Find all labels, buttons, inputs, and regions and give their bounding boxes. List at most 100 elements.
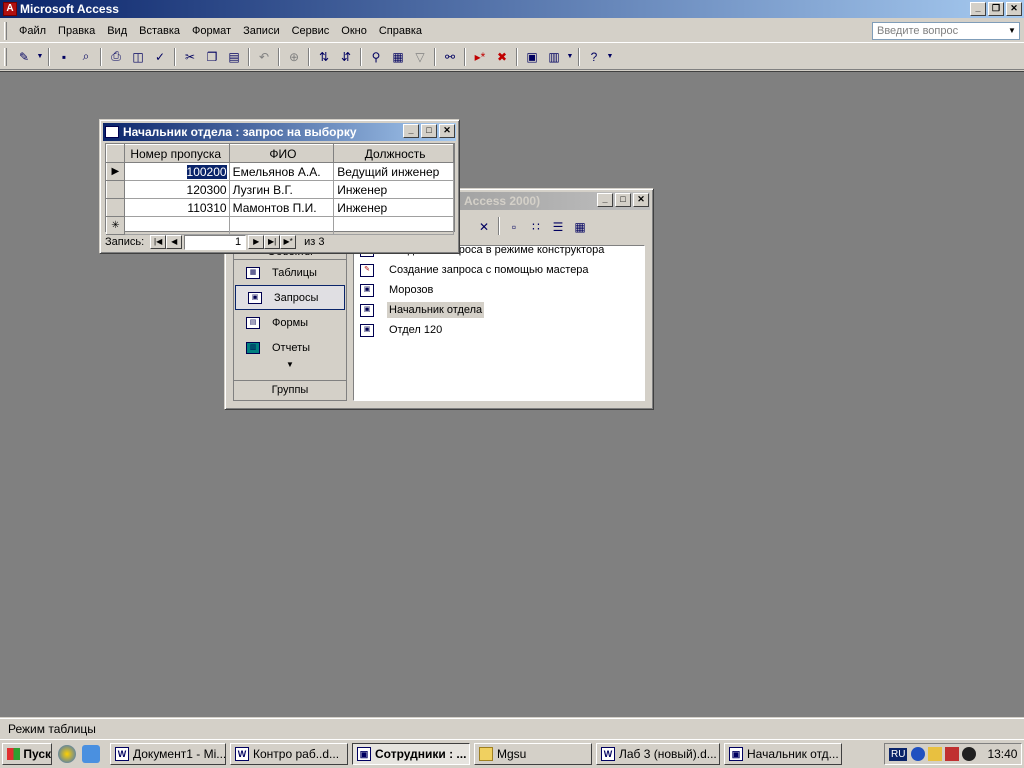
language-indicator[interactable]: RU (889, 747, 908, 761)
database-window-icon[interactable]: ▣ (522, 47, 542, 67)
menu-edit[interactable]: Правка (52, 25, 101, 37)
copy-icon[interactable]: ❐ (202, 47, 222, 67)
design-view-icon[interactable]: ✎ (14, 47, 34, 67)
new-record-row[interactable]: ✳ (106, 216, 454, 235)
table-cell[interactable]: Мамонтов П.И. (228, 198, 335, 217)
table-cell[interactable]: Ведущий инженер (333, 162, 454, 181)
column-header[interactable]: Должность (333, 144, 454, 163)
filter-by-form-icon[interactable]: ▦ (388, 47, 408, 67)
menu-insert[interactable]: Вставка (133, 25, 186, 37)
menu-file[interactable]: Файл (13, 25, 52, 37)
row-selector[interactable] (106, 180, 125, 199)
minimize-button[interactable]: _ (970, 2, 986, 16)
network-icon[interactable] (911, 747, 926, 761)
datasheet-grid[interactable]: Номер пропуска ФИО Должность ▶ 100200 Ем… (105, 143, 455, 235)
hyperlink-icon[interactable]: ⊕ (284, 47, 304, 67)
menu-records[interactable]: Записи (237, 25, 286, 37)
help-icon[interactable]: ? (584, 47, 604, 67)
table-row[interactable]: 120300 Лузгин В.Г. Инженер (106, 180, 454, 199)
list-item[interactable]: ▣ Отдел 120 (354, 320, 644, 340)
taskbar-task[interactable]: W Документ1 - Mi... (110, 743, 226, 765)
details-view-icon[interactable]: ▦ (570, 217, 590, 237)
close-button[interactable]: ✕ (439, 124, 455, 138)
spelling-icon[interactable]: ✓ (150, 47, 170, 67)
cut-icon[interactable]: ✂ (180, 47, 200, 67)
next-record-button[interactable]: ▶ (248, 235, 265, 249)
object-queries[interactable]: ▣ Запросы (235, 285, 345, 310)
groups-button[interactable]: Группы (234, 380, 346, 400)
print-preview-icon[interactable]: ◫ (128, 47, 148, 67)
apply-filter-icon[interactable]: ▽ (410, 47, 430, 67)
column-header[interactable]: Номер пропуска (123, 144, 230, 163)
taskbar-task[interactable]: Mgsu (474, 743, 592, 765)
antivirus-icon[interactable] (962, 747, 977, 761)
table-cell[interactable]: 100200 (123, 162, 230, 181)
paste-icon[interactable]: ▤ (224, 47, 244, 67)
close-button[interactable]: ✕ (633, 193, 649, 207)
filter-by-selection-icon[interactable]: ⚲ (366, 47, 386, 67)
list-item[interactable]: ▣ Начальник отдела (354, 300, 644, 320)
last-record-button[interactable]: ▶| (264, 235, 281, 249)
new-record-icon[interactable]: ▸* (470, 47, 490, 67)
media-player-icon[interactable] (58, 745, 76, 763)
minimize-button[interactable]: _ (597, 193, 613, 207)
table-cell[interactable]: Емельянов А.А. (228, 162, 335, 181)
taskbar-task[interactable]: ▣ Начальник отд... (724, 743, 842, 765)
row-selector[interactable] (106, 198, 125, 217)
list-item[interactable]: ▣ Морозов (354, 280, 644, 300)
dropdown-icon[interactable]: ▼ (36, 47, 44, 67)
table-cell[interactable]: Лузгин В.Г. (228, 180, 335, 199)
undo-icon[interactable]: ↶ (254, 47, 274, 67)
new-record-button[interactable]: ▶* (280, 235, 297, 249)
maximize-button[interactable]: □ (615, 193, 631, 207)
dropdown-icon[interactable]: ▼ (566, 47, 574, 67)
table-row[interactable]: 110310 Мамонтов П.И. Инженер (106, 198, 454, 217)
menu-format[interactable]: Формат (186, 25, 237, 37)
minimize-button[interactable]: _ (403, 124, 419, 138)
menu-tools[interactable]: Сервис (286, 25, 336, 37)
maximize-button[interactable]: □ (421, 124, 437, 138)
print-icon[interactable]: ⎙ (106, 47, 126, 67)
dropdown-icon[interactable]: ▼ (606, 47, 614, 67)
record-number-input[interactable]: 1 (184, 234, 247, 250)
scroll-down-icon[interactable]: ▼ (234, 360, 346, 374)
taskbar-task[interactable]: W Лаб 3 (новый).d... (596, 743, 720, 765)
query-window[interactable]: Начальник отдела : запрос на выборку _ □… (99, 119, 460, 254)
restore-button[interactable]: ❐ (988, 2, 1004, 16)
table-cell[interactable]: Инженер (333, 180, 454, 199)
close-button[interactable]: ✕ (1006, 2, 1022, 16)
chevron-down-icon[interactable]: ▼ (1005, 23, 1019, 39)
start-button[interactable]: Пуск (2, 743, 52, 765)
taskbar-task[interactable]: ▣ Сотрудники : ... (352, 743, 470, 765)
previous-record-button[interactable]: ◀ (166, 235, 183, 249)
save-icon[interactable]: ▪ (54, 47, 74, 67)
sort-asc-icon[interactable]: ⇅ (314, 47, 334, 67)
object-tables[interactable]: ▦ Таблицы (234, 260, 346, 285)
new-record-icon[interactable]: ✳ (106, 216, 125, 235)
current-record-icon[interactable]: ▶ (106, 162, 125, 181)
delete-icon[interactable]: ✕ (474, 217, 494, 237)
new-object-icon[interactable]: ▥ (544, 47, 564, 67)
first-record-button[interactable]: |◀ (150, 235, 167, 249)
list-view-icon[interactable]: ☰ (548, 217, 568, 237)
taskbar-task[interactable]: W Контро раб..d... (230, 743, 348, 765)
object-forms[interactable]: ▤ Формы (234, 310, 346, 335)
search-file-icon[interactable]: ⌕ (76, 47, 96, 67)
folder-icon[interactable] (928, 747, 943, 761)
ask-question-input[interactable]: Введите вопрос ▼ (872, 22, 1020, 40)
menu-help[interactable]: Справка (373, 25, 428, 37)
delete-record-icon[interactable]: ✖ (492, 47, 512, 67)
menu-window[interactable]: Окно (335, 25, 373, 37)
keyboard-icon[interactable] (945, 747, 960, 761)
query-window-titlebar[interactable]: Начальник отдела : запрос на выборку _ □… (103, 123, 456, 141)
column-header[interactable]: ФИО (228, 144, 335, 163)
internet-explorer-icon[interactable] (82, 745, 100, 763)
object-reports[interactable]: ▥ Отчеты (234, 335, 346, 360)
small-icons-icon[interactable]: ∷ (526, 217, 546, 237)
large-icons-icon[interactable]: ▫ (504, 217, 524, 237)
table-cell[interactable]: 110310 (123, 198, 230, 217)
table-row[interactable]: ▶ 100200 Емельянов А.А. Ведущий инженер (106, 162, 454, 181)
table-cell[interactable]: 120300 (123, 180, 230, 199)
sort-desc-icon[interactable]: ⇵ (336, 47, 356, 67)
find-icon[interactable]: ⚯ (440, 47, 460, 67)
